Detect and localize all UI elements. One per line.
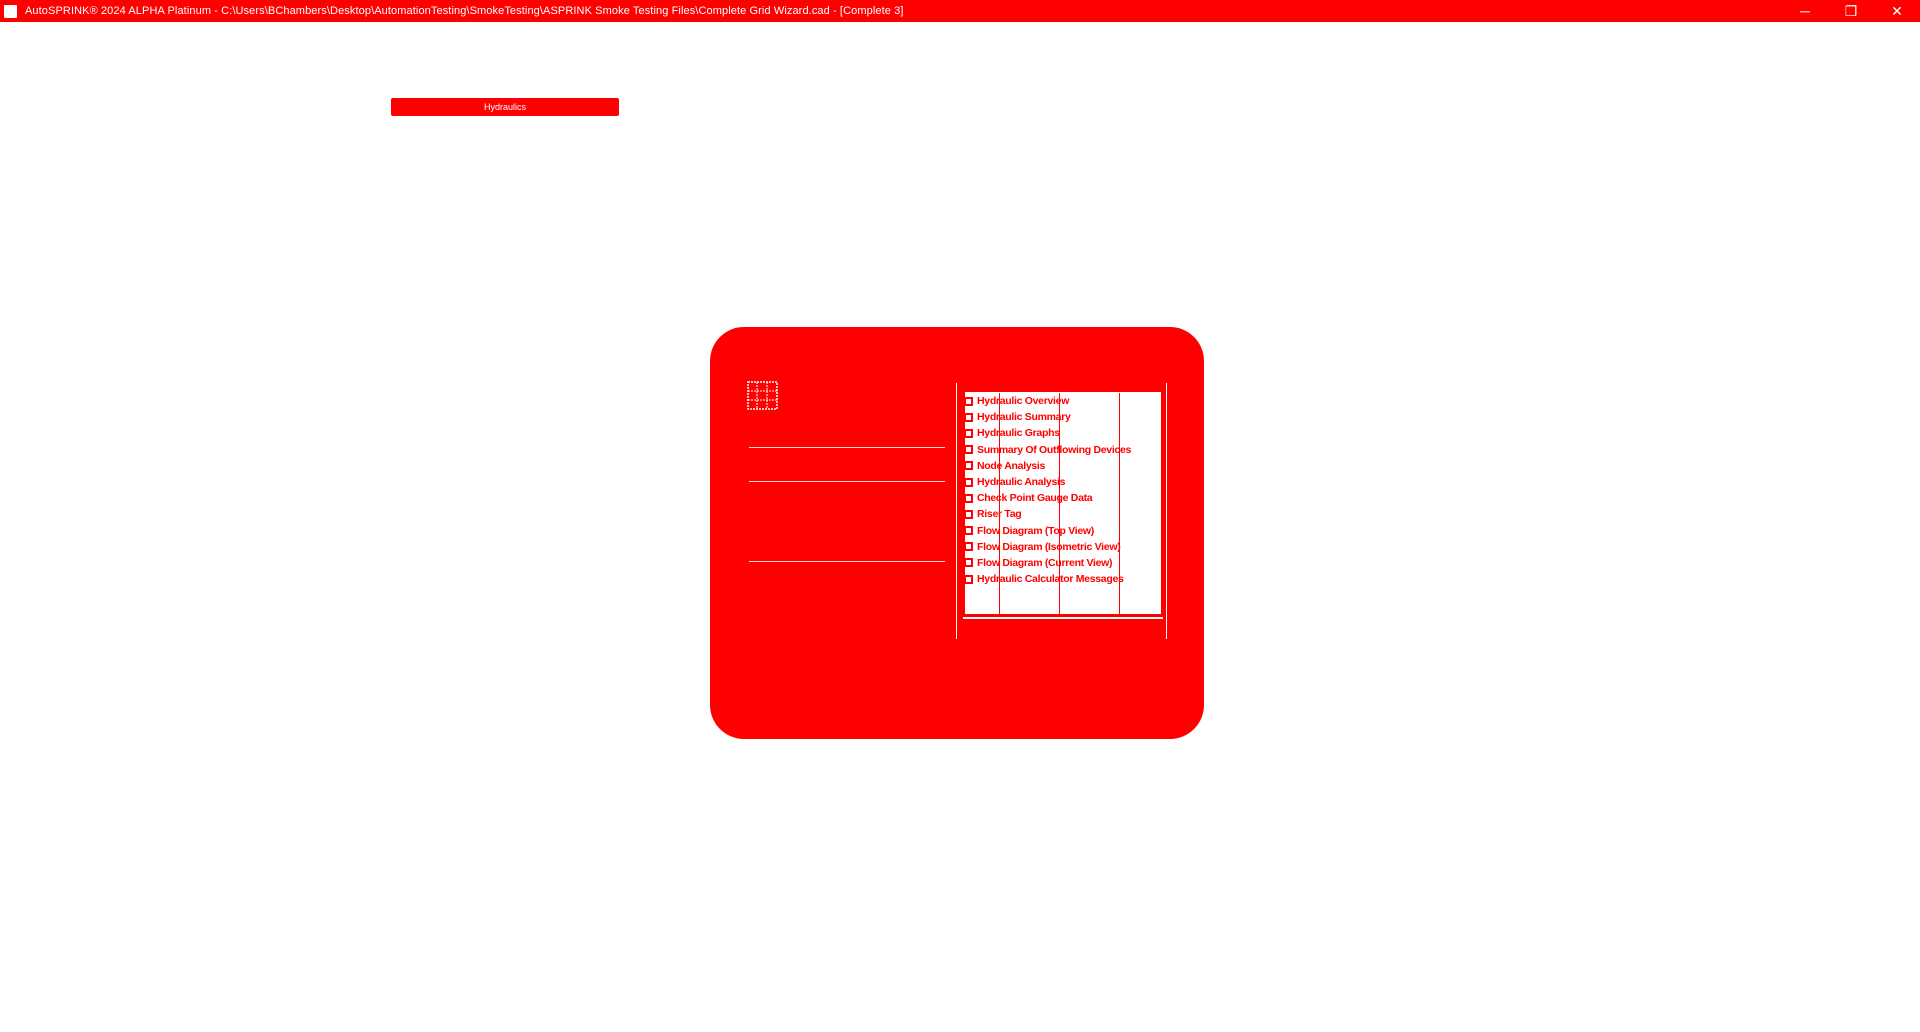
report-label: Hydraulic Calculator Messages [977,573,1124,586]
floating-tab-label: Hydraulics [483,102,526,112]
report-label: Riser Tag [977,508,1022,521]
report-label: Hydraulic Analysis [977,476,1066,489]
report-checkbox[interactable] [964,396,973,406]
report-item[interactable]: Hydraulic Graphs [964,425,1164,441]
report-item[interactable]: Flow Diagram (Current View) [964,555,1164,571]
divider-line [749,481,945,482]
report-checkbox[interactable] [964,461,973,471]
report-item[interactable]: Node Analysis [964,458,1164,474]
report-item[interactable]: Hydraulic Analysis [964,474,1164,490]
report-checkbox[interactable] [964,428,973,438]
restore-icon: ❐ [1844,2,1858,19]
close-button[interactable]: ✕ [1874,0,1920,22]
report-label: Flow Diagram (Top View) [977,524,1094,537]
title-bar: AutoSPRINK® 2024 ALPHA Platinum - C:\Use… [0,0,1920,22]
report-label: Check Point Gauge Data [977,492,1093,505]
report-item[interactable]: Summary Of Outflowing Devices [964,442,1164,458]
report-checkbox[interactable] [964,493,973,503]
report-checkbox[interactable] [964,509,973,519]
report-checkbox[interactable] [964,542,973,552]
report-item[interactable]: Hydraulic Calculator Messages [964,571,1164,587]
report-label: Flow Diagram (Current View) [977,556,1113,569]
report-checkbox[interactable] [964,445,973,455]
hydraulic-reports-dialog: Hydraulic Overview Hydraulic Summary Hydra… [710,327,1204,739]
floating-tab[interactable]: Hydraulics [391,98,619,116]
divider-line [749,447,945,448]
report-item[interactable]: Hydraulic Summary [964,409,1164,425]
report-checkbox[interactable] [964,477,973,487]
restore-button[interactable]: ❐ [1828,0,1874,22]
report-item[interactable]: Hydraulic Overview [964,393,1164,409]
report-item[interactable]: Flow Diagram (Isometric View) [964,539,1164,555]
minimize-button[interactable]: ─ [1782,0,1828,22]
report-checkbox[interactable] [964,412,973,422]
report-label: Hydraulic Overview [977,395,1070,408]
report-list: Hydraulic Overview Hydraulic Summary Hydra… [964,393,1164,587]
report-label: Hydraulic Graphs [977,427,1060,440]
report-label: Summary Of Outflowing Devices [977,443,1132,456]
grid-icon [747,381,778,410]
report-label: Node Analysis [977,459,1046,472]
report-label: Hydraulic Summary [977,411,1071,424]
minimize-icon: ─ [1800,3,1810,19]
column-divider [1166,383,1167,639]
report-checkbox[interactable] [964,526,973,536]
report-item[interactable]: Check Point Gauge Data [964,490,1164,506]
divider-line [749,561,945,562]
report-checkbox[interactable] [964,558,973,568]
window-title: AutoSPRINK® 2024 ALPHA Platinum - C:\Use… [25,5,904,17]
panel-bottom-border [963,617,1163,619]
close-icon: ✕ [1891,2,1903,19]
report-label: Flow Diagram (Isometric View) [977,540,1121,553]
report-item[interactable]: Flow Diagram (Top View) [964,523,1164,539]
app-icon[interactable] [4,4,17,18]
report-checkbox[interactable] [964,574,973,584]
window-controls: ─ ❐ ✕ [1782,0,1920,22]
column-divider [956,383,957,639]
report-item[interactable]: Riser Tag [964,506,1164,522]
